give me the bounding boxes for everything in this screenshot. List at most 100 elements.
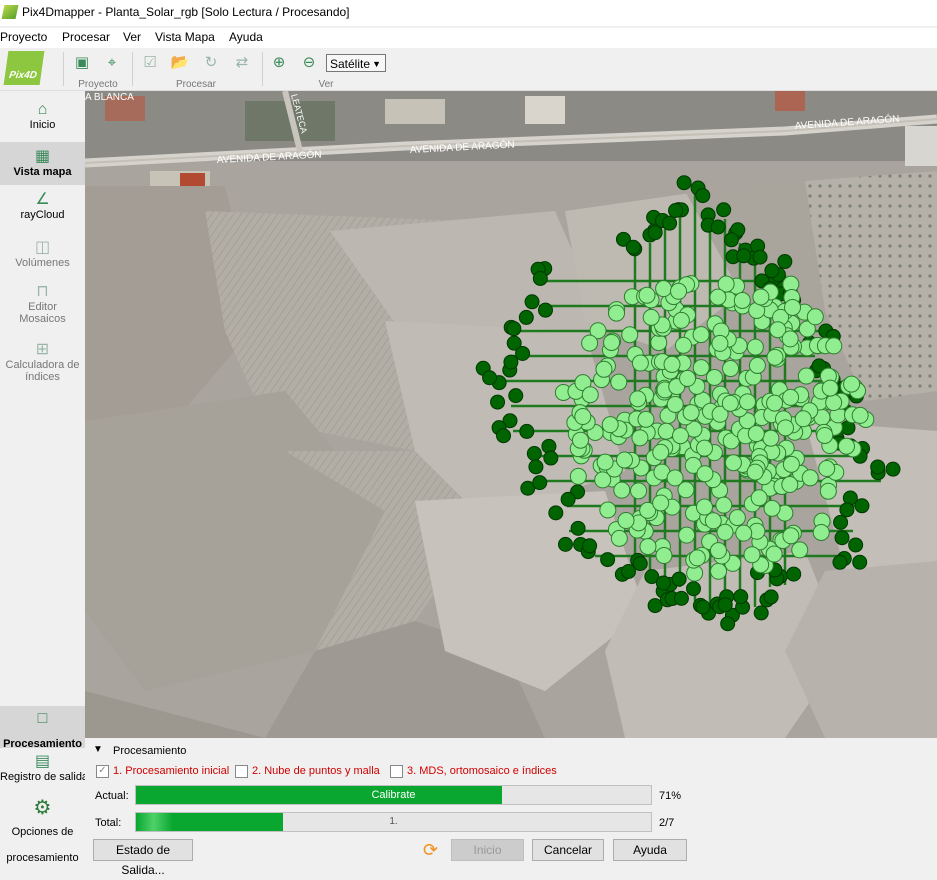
image-position-marker <box>728 509 746 527</box>
sidebar-item-label: Vista mapa <box>13 166 72 178</box>
sidebar-item-registro[interactable]: ▤ Registro de salida <box>0 753 89 793</box>
volumes-icon: ◫ <box>34 239 51 256</box>
image-position-marker <box>739 393 757 411</box>
menu-proyecto[interactable]: Proyecto <box>0 30 47 44</box>
camera-position-marker <box>518 309 534 325</box>
image-position-marker <box>581 386 599 404</box>
zoom-in-icon[interactable]: ⊕ <box>268 52 290 74</box>
camera-icon[interactable]: ▣ <box>71 52 93 74</box>
image-position-marker <box>599 501 617 519</box>
image-position-marker <box>608 304 626 322</box>
zoom-out-icon[interactable]: ⊖ <box>298 52 320 74</box>
pix4d-app-icon <box>1 5 19 19</box>
camera-position-marker <box>506 321 522 337</box>
image-position-marker <box>825 337 843 355</box>
image-position-marker <box>581 334 599 352</box>
sidebar-item-procesamiento[interactable]: □ Procesamiento <box>0 706 85 750</box>
image-position-marker <box>615 451 633 469</box>
sidebar-item-label: Editor Mosaicos <box>19 301 66 325</box>
image-position-marker <box>666 469 684 487</box>
menu-ayuda[interactable]: Ayuda <box>229 30 263 44</box>
toolbar-group-view: Ver <box>318 79 334 90</box>
image-position-marker <box>746 463 764 481</box>
refresh-icon[interactable]: ⟳ <box>423 839 438 861</box>
image-position-marker <box>613 481 631 499</box>
step-1-checkbox[interactable]: ✓ <box>96 765 109 778</box>
image-position-marker <box>610 529 628 547</box>
cancel-button[interactable]: Cancelar <box>532 839 604 861</box>
image-position-marker <box>642 308 660 326</box>
image-position-marker <box>782 455 800 473</box>
current-task-label: Calibrate <box>371 789 416 801</box>
camera-position-marker <box>834 530 850 546</box>
sidebar-item-opciones[interactable]: ⚙ Opciones de procesamiento <box>0 797 85 864</box>
toolbar-group-process: Procesar <box>175 79 216 90</box>
sidebar-item-calculadora[interactable]: ⊞ Calculadora de índices <box>0 341 85 393</box>
current-percent: 71% <box>659 790 682 802</box>
camera-position-marker <box>647 225 663 241</box>
image-position-marker <box>692 359 710 377</box>
rematch-icon[interactable]: ⇄ <box>231 52 253 74</box>
map-view[interactable]: AVENIDA DE ARAGÓN AVENIDA DE ARAGÓN AVEN… <box>85 91 937 738</box>
camera-position-marker <box>695 599 711 615</box>
collapse-triangle-icon[interactable]: ▼ <box>93 744 103 755</box>
report-check-icon[interactable]: ☑ <box>139 52 161 74</box>
image-position-marker <box>688 549 706 567</box>
menu-procesar[interactable]: Procesar <box>62 30 110 44</box>
current-label: Actual: <box>95 790 129 802</box>
toolbar: Pix4D ▣ ⌖ Proyecto ☑ 📂 ↻ ⇄ Procesar ⊕ ⊖ … <box>0 48 937 91</box>
camera-position-marker <box>668 203 684 219</box>
sidebar-item-raycloud[interactable]: ∠ rayCloud <box>0 191 85 231</box>
toolbar-separator <box>63 52 64 86</box>
title-bar: Pix4Dmapper - Planta_Solar_rgb [Solo Lec… <box>0 0 937 26</box>
total-task-label: 1. <box>389 816 398 827</box>
menu-ver[interactable]: Ver <box>123 30 141 44</box>
image-position-marker <box>825 394 843 412</box>
step-2-label: 2. Nube de puntos y malla <box>252 765 380 777</box>
camera-position-marker <box>662 215 678 231</box>
camera-position-marker <box>764 263 780 279</box>
step-2-checkbox[interactable] <box>235 765 248 778</box>
image-position-marker <box>672 311 690 329</box>
satellite-map: AVENIDA DE ARAGÓN AVENIDA DE ARAGÓN AVEN… <box>85 91 937 738</box>
basemap-select[interactable]: Satélite ▼ <box>326 54 386 72</box>
image-position-marker <box>670 282 688 300</box>
menu-vista-mapa[interactable]: Vista Mapa <box>155 30 215 44</box>
sidebar-item-volumenes[interactable]: ◫ Volúmenes <box>0 239 85 279</box>
output-status-button[interactable]: Estado de Salida... <box>93 839 193 877</box>
camera-position-marker <box>538 302 554 318</box>
sidebar-item-vista-mapa[interactable]: ▦ Vista mapa <box>0 142 85 185</box>
window-title: Pix4Dmapper - Planta_Solar_rgb [Solo Lec… <box>22 5 350 19</box>
open-folder-icon[interactable]: 📂 <box>169 52 191 74</box>
sidebar-item-editor-mosaicos[interactable]: ⊓ Editor Mosaicos <box>0 283 85 335</box>
image-position-marker <box>571 431 589 449</box>
reoptimize-icon[interactable]: ↻ <box>200 52 222 74</box>
image-position-marker <box>819 482 837 500</box>
image-position-marker <box>639 538 657 556</box>
image-position-marker <box>603 333 621 351</box>
sidebar-item-label: Registro de salida <box>0 771 89 783</box>
image-position-marker <box>747 425 765 443</box>
image-position-marker <box>629 390 647 408</box>
camera-position-marker <box>870 459 886 475</box>
camera-position-marker <box>676 175 692 191</box>
camera-position-marker <box>560 491 576 507</box>
camera-position-marker <box>885 461 901 477</box>
total-count: 2/7 <box>659 817 675 829</box>
step-3-checkbox[interactable] <box>390 765 403 778</box>
help-button[interactable]: Ayuda <box>613 839 687 861</box>
camera-position-marker <box>852 554 868 570</box>
image-position-marker <box>655 547 673 565</box>
sidebar: ⌂ Inicio ▦ Vista mapa ∠ rayCloud ◫ Volúm… <box>0 91 89 866</box>
camera-position-marker <box>532 270 548 286</box>
image-position-marker <box>630 482 648 500</box>
start-button[interactable]: Inicio <box>451 839 524 861</box>
image-position-marker <box>837 437 855 455</box>
sidebar-item-inicio[interactable]: ⌂ Inicio <box>0 101 85 141</box>
image-position-marker <box>743 546 761 564</box>
processing-icon: □ <box>37 710 48 727</box>
sidebar-item-label: Inicio <box>29 119 56 131</box>
image-position-marker <box>752 288 770 306</box>
street-label: A BLANCA <box>85 92 134 103</box>
crosshair-icon[interactable]: ⌖ <box>101 52 123 74</box>
